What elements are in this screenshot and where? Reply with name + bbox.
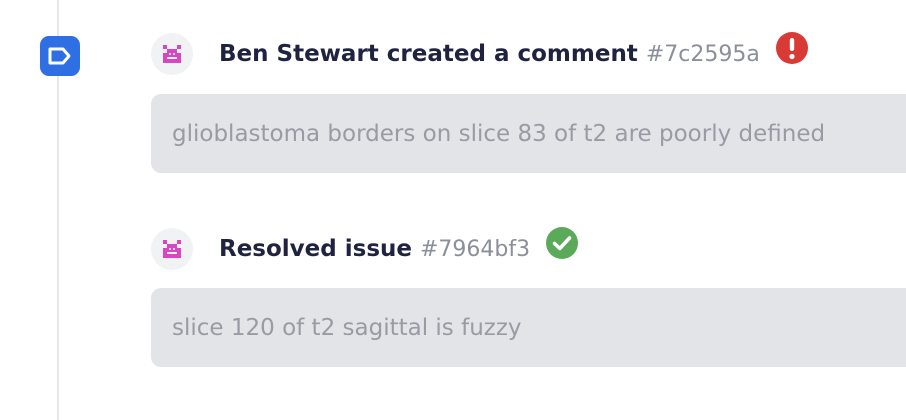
activity-entry-header: Resolved issue #7964bf3 <box>151 227 579 270</box>
avatar[interactable] <box>151 33 193 75</box>
avatar[interactable] <box>151 228 193 270</box>
comment-box: glioblastoma borders on slice 83 of t2 a… <box>151 94 906 173</box>
commit-hash-link[interactable]: #7964bf3 <box>420 237 530 262</box>
error-exclamation-icon <box>775 32 808 64</box>
success-check-icon <box>546 227 579 259</box>
comment-text: glioblastoma borders on slice 83 of t2 a… <box>172 120 826 147</box>
activity-title: Ben Stewart created a comment <box>219 41 638 67</box>
pixel-invader-avatar-icon <box>163 240 181 258</box>
comment-box: slice 120 of t2 sagittal is fuzzy <box>151 288 906 367</box>
activity-entry-header: Ben Stewart created a comment #7c2595a <box>151 32 808 75</box>
activity-title: Resolved issue <box>219 236 412 262</box>
commit-hash-link[interactable]: #7c2595a <box>646 42 760 67</box>
pixel-invader-avatar-icon <box>163 45 181 63</box>
comment-tag-icon <box>40 36 80 76</box>
comment-text: slice 120 of t2 sagittal is fuzzy <box>172 314 522 341</box>
activity-timeline: Ben Stewart created a comment #7c2595a g… <box>0 0 906 420</box>
